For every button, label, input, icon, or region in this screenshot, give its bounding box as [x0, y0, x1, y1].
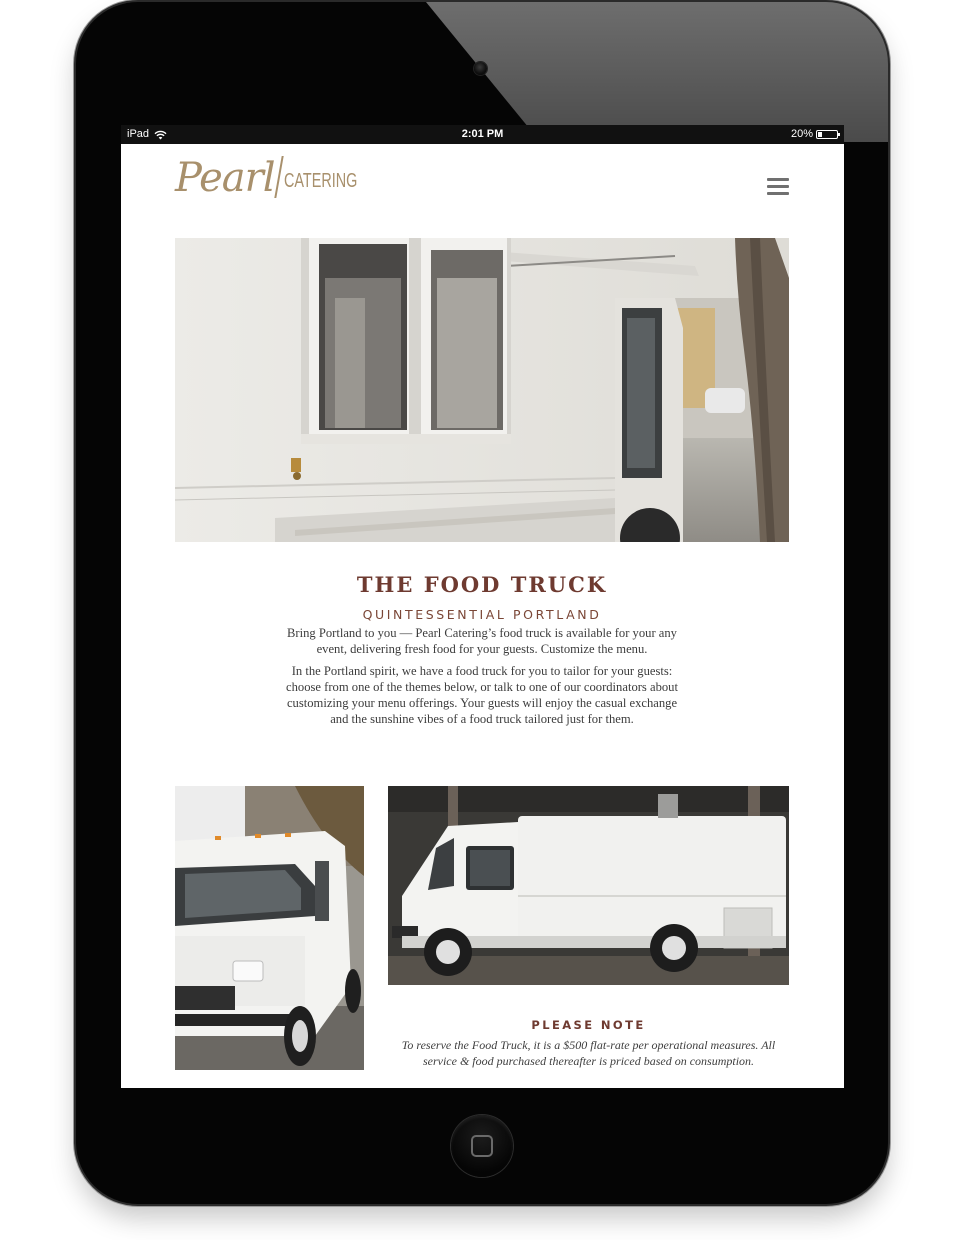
- intro-paragraph: Bring Portland to you — Pearl Catering’s…: [287, 626, 677, 656]
- logo-script: Pearl: [175, 155, 276, 201]
- menu-icon-bar: [767, 192, 789, 195]
- details-paragraph: In the Portland spirit, we have a food t…: [286, 664, 678, 726]
- please-note-section: PLEASE NOTE To reserve the Food Truck, i…: [388, 1018, 789, 1069]
- site-header: Pearl CATERING: [121, 144, 844, 224]
- status-time: 2:01 PM: [461, 128, 504, 140]
- status-bar: iPad 2:01 PM 20%: [121, 125, 844, 144]
- logo-divider: [273, 156, 284, 198]
- status-right: 20%: [790, 125, 840, 144]
- device-screen: iPad 2:01 PM 20% Pearl CATERING THE FOOD…: [121, 125, 844, 1088]
- logo-word: CATERING: [283, 170, 357, 192]
- battery-percent: 20%: [790, 128, 813, 140]
- pearl-catering-logo[interactable]: Pearl CATERING: [175, 154, 385, 202]
- front-camera: [474, 62, 487, 75]
- home-button[interactable]: [451, 1115, 513, 1177]
- intro-section: THE FOOD TRUCK QUINTESSENTIAL PORTLAND B…: [175, 565, 789, 733]
- note-title: PLEASE NOTE: [531, 1018, 646, 1032]
- battery-fill: [818, 132, 822, 137]
- note-text: To reserve the Food Truck, it is a $500 …: [401, 1038, 776, 1068]
- hero-photo-illustration: [175, 238, 789, 542]
- page-title: THE FOOD TRUCK: [356, 572, 608, 597]
- truck-side-photo: [388, 786, 789, 985]
- truck-front-photo: [175, 786, 364, 1070]
- menu-icon[interactable]: [767, 178, 789, 196]
- hero-food-truck-photo: [175, 238, 789, 542]
- battery-icon: [816, 130, 840, 139]
- truck-side-illustration: [388, 786, 789, 985]
- screen-glare: [426, 2, 888, 142]
- truck-front-illustration: [175, 786, 364, 1070]
- mockup-stage: iPad 2:01 PM 20% Pearl CATERING THE FOOD…: [0, 0, 957, 1240]
- page-subtitle: QUINTESSENTIAL PORTLAND: [362, 607, 602, 622]
- menu-icon-bar: [767, 185, 789, 188]
- menu-icon-bar: [767, 178, 789, 181]
- home-button-icon: [471, 1135, 493, 1157]
